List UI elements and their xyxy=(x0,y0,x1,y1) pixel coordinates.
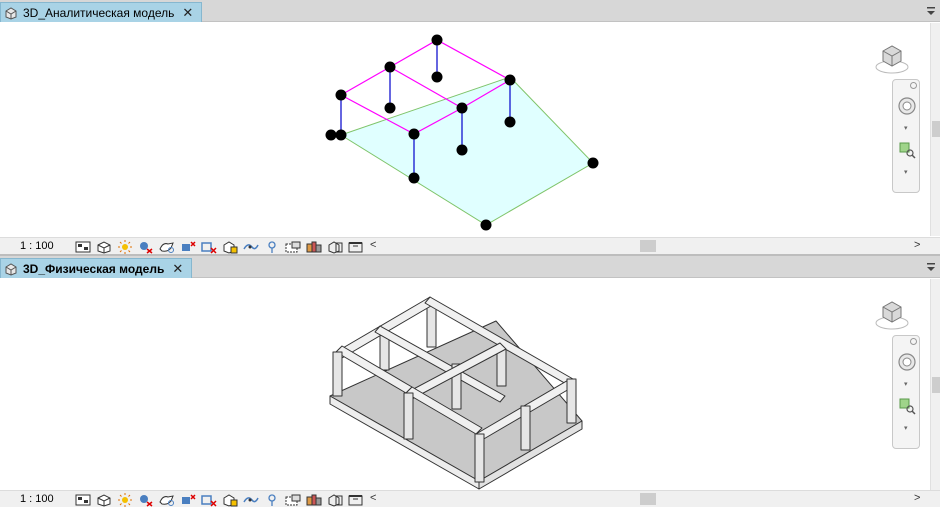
lock-3d-view-icon[interactable] xyxy=(221,240,239,254)
view-tab-bar: 3D_Аналитическая модель ✕ xyxy=(0,0,940,22)
render-icon[interactable] xyxy=(158,240,176,254)
analytical-model-display-icon[interactable] xyxy=(326,240,344,254)
scroll-left-icon[interactable]: < xyxy=(370,239,376,251)
view-tab-bar: 3D_Физическая модель ✕ xyxy=(0,256,940,278)
view-tab-analytical[interactable]: 3D_Аналитическая модель ✕ xyxy=(0,2,203,22)
navigation-bar: ▾ ▾ xyxy=(892,79,920,193)
crop-view-icon[interactable] xyxy=(179,240,197,254)
horizontal-scrollbar-thumb[interactable] xyxy=(640,493,656,505)
physical-view-pane: 3D_Физическая модель ✕ ▾ ▾ 1: 100 < > xyxy=(0,256,940,507)
temporary-view-properties-icon[interactable] xyxy=(284,493,302,507)
temporary-hide-icon[interactable] xyxy=(242,493,260,507)
sun-path-icon[interactable] xyxy=(116,492,134,507)
view-scale[interactable]: 1 : 100 xyxy=(20,240,54,252)
analytical-model-drawing xyxy=(325,34,599,231)
highlight-displacement-icon[interactable] xyxy=(347,493,365,507)
worksharing-display-icon[interactable] xyxy=(305,240,323,254)
view-cube-icon[interactable] xyxy=(874,39,910,75)
temporary-view-properties-icon[interactable] xyxy=(284,240,302,254)
pane-menu-icon[interactable] xyxy=(926,260,936,272)
analytical-model-viewport[interactable]: ▾ ▾ xyxy=(0,23,930,236)
view-tab-physical[interactable]: 3D_Физическая модель ✕ xyxy=(0,258,193,278)
view-control-bar: 1 : 100 < > xyxy=(0,237,940,254)
physical-model-viewport[interactable]: ▾ ▾ xyxy=(0,279,930,490)
physical-model-drawing xyxy=(329,296,583,490)
zoom-dropdown[interactable]: ▾ xyxy=(904,424,908,432)
horizontal-scrollbar-thumb[interactable] xyxy=(640,240,656,252)
steering-wheel-dropdown[interactable]: ▾ xyxy=(904,380,908,388)
scroll-right-icon[interactable]: > xyxy=(914,239,920,251)
view-scale[interactable]: 1 : 100 xyxy=(20,493,54,505)
show-crop-region-icon[interactable] xyxy=(200,240,218,254)
view-cube-icon[interactable] xyxy=(874,295,910,331)
zoom-dropdown[interactable]: ▾ xyxy=(904,168,908,176)
render-icon[interactable] xyxy=(158,493,176,507)
3d-view-icon xyxy=(5,6,17,20)
analytical-model-display-icon[interactable] xyxy=(326,493,344,507)
navigation-bar: ▾ ▾ xyxy=(892,335,920,449)
lock-3d-view-icon[interactable] xyxy=(221,493,239,507)
temporary-hide-icon[interactable] xyxy=(242,240,260,254)
worksharing-display-icon[interactable] xyxy=(305,493,323,507)
scroll-left-icon[interactable]: < xyxy=(370,492,376,504)
shadows-icon[interactable] xyxy=(137,240,155,254)
show-crop-region-icon[interactable] xyxy=(200,493,218,507)
detail-level-icon[interactable] xyxy=(74,493,92,507)
steering-wheel-icon[interactable] xyxy=(897,96,917,116)
steering-wheel-dropdown[interactable]: ▾ xyxy=(904,124,908,132)
view-tab-label: 3D_Физическая модель xyxy=(23,261,165,276)
navigation-bar-close-icon[interactable] xyxy=(910,82,917,89)
view-control-bar: 1 : 100 < > xyxy=(0,490,940,507)
zoom-region-icon[interactable] xyxy=(897,396,917,416)
highlight-displacement-icon[interactable] xyxy=(347,240,365,254)
view-tab-label: 3D_Аналитическая модель xyxy=(23,5,175,20)
vertical-scrollbar-thumb[interactable] xyxy=(932,377,940,393)
3d-view-icon xyxy=(5,262,17,276)
reveal-hidden-icon[interactable] xyxy=(263,493,281,507)
steering-wheel-icon[interactable] xyxy=(897,352,917,372)
vertical-scrollbar[interactable] xyxy=(930,279,940,490)
crop-view-icon[interactable] xyxy=(179,493,197,507)
close-icon[interactable]: ✕ xyxy=(182,6,193,19)
view-control-icons xyxy=(74,492,368,507)
view-control-icons xyxy=(74,239,368,254)
vertical-scrollbar[interactable] xyxy=(930,23,940,236)
zoom-region-icon[interactable] xyxy=(897,140,917,160)
scroll-right-icon[interactable]: > xyxy=(914,492,920,504)
reveal-hidden-icon[interactable] xyxy=(263,240,281,254)
visual-style-icon[interactable] xyxy=(95,493,113,507)
navigation-bar-close-icon[interactable] xyxy=(910,338,917,345)
close-icon[interactable]: ✕ xyxy=(172,262,183,275)
analytical-view-pane: 3D_Аналитическая модель ✕ ▾ ▾ 1: 100 < … xyxy=(0,0,940,254)
vertical-scrollbar-thumb[interactable] xyxy=(932,121,940,137)
visual-style-icon[interactable] xyxy=(95,240,113,254)
sun-path-icon[interactable] xyxy=(116,239,134,254)
shadows-icon[interactable] xyxy=(137,493,155,507)
detail-level-icon[interactable] xyxy=(74,240,92,254)
pane-menu-icon[interactable] xyxy=(926,4,936,16)
